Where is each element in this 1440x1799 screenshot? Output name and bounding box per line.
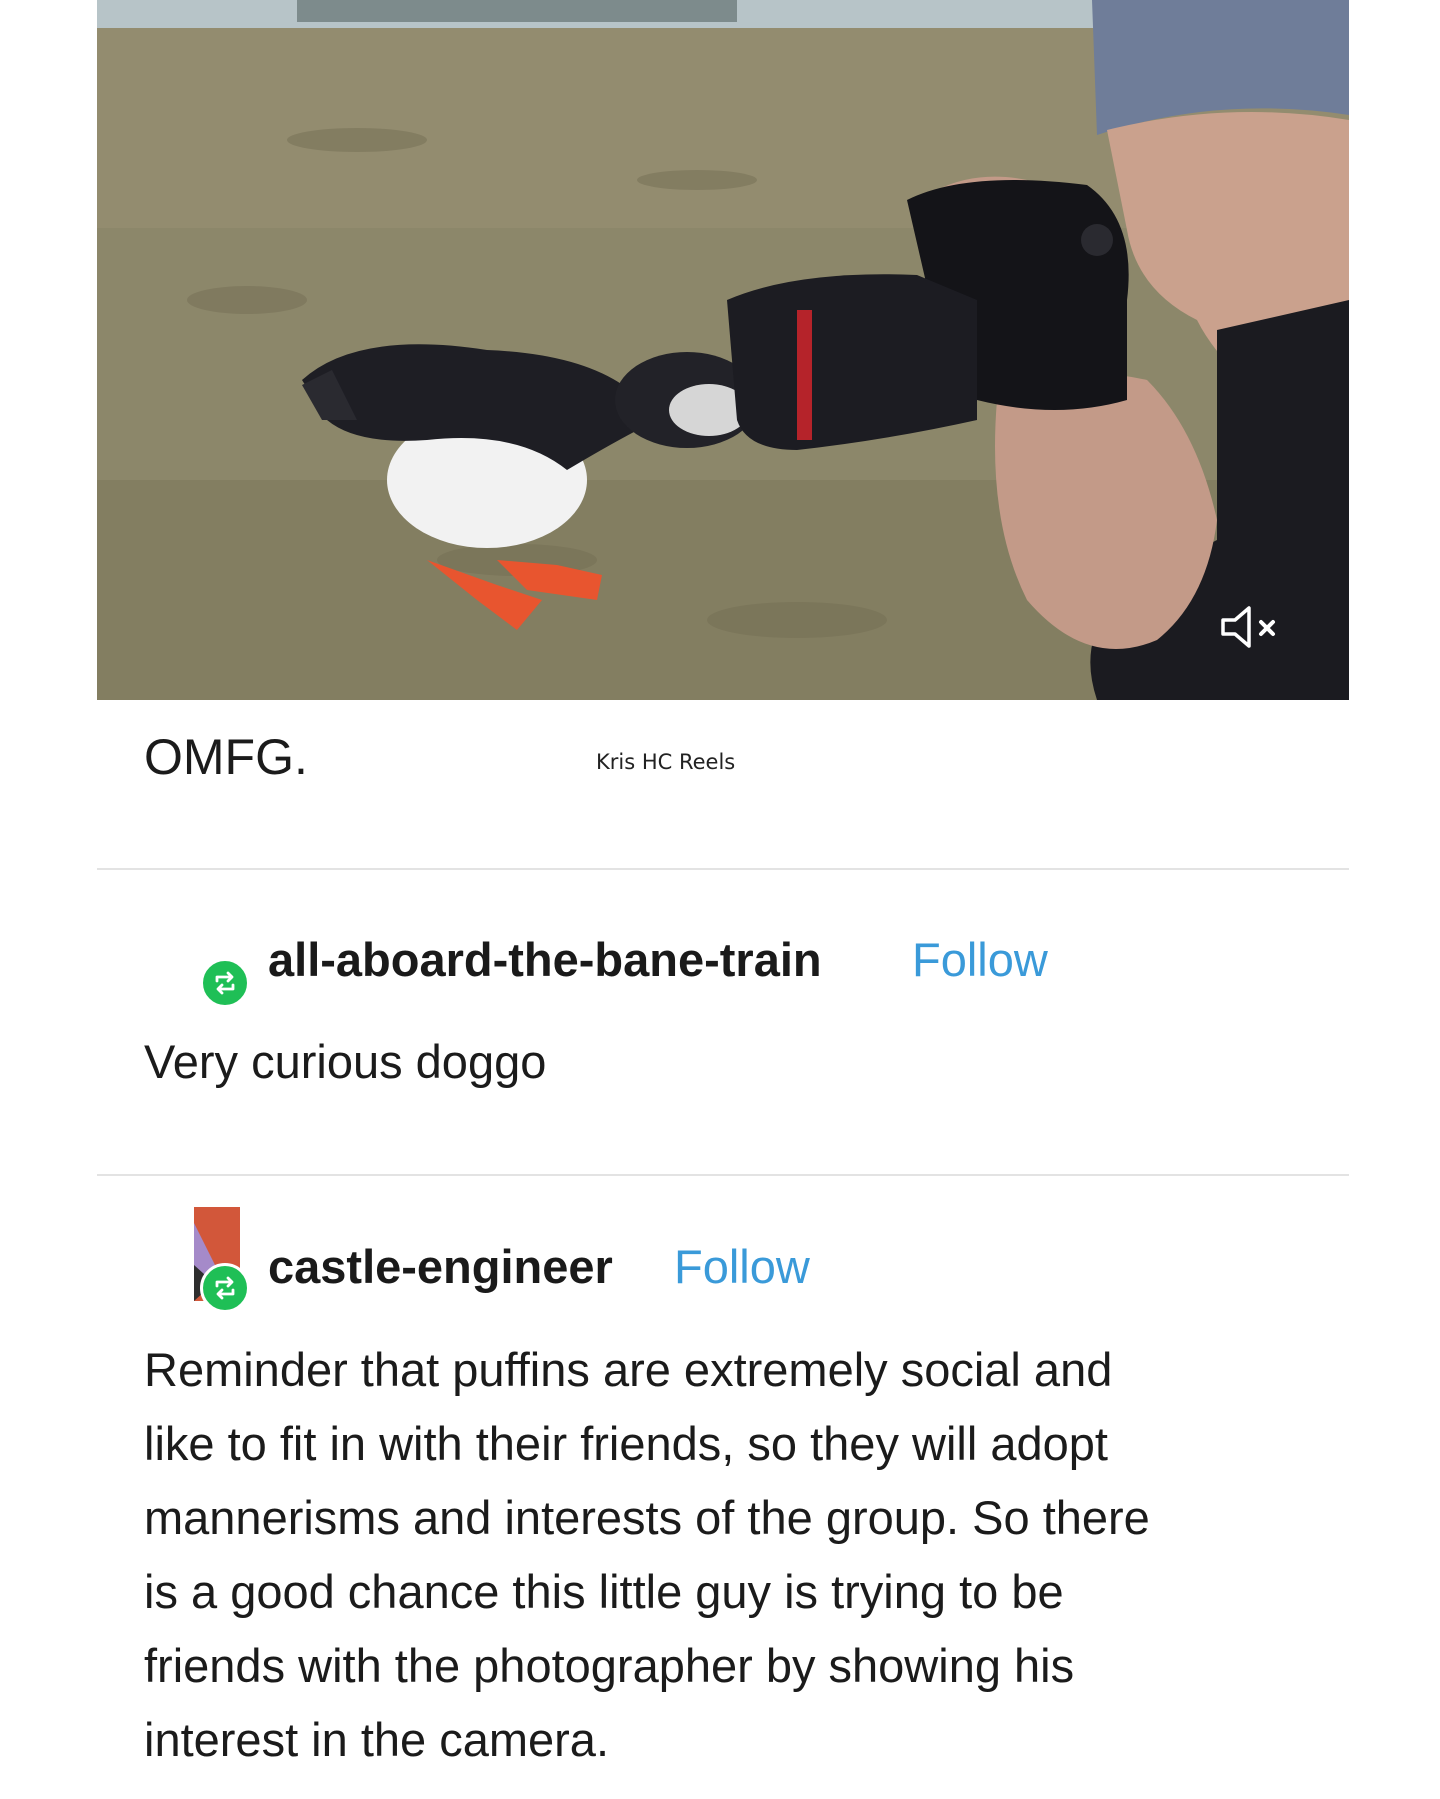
video-credit: Kris HC Reels	[596, 750, 736, 774]
reblog-text-line: like to fit in with their friends, so th…	[144, 1417, 1108, 1470]
speaker-muted-icon	[1221, 606, 1275, 648]
reblog-text-line: interest in the camera.	[144, 1713, 609, 1766]
reblog-text-line: Reminder that puffins are extremely soci…	[144, 1343, 1113, 1396]
reblog-badge	[200, 1263, 250, 1313]
reblog-icon	[215, 1276, 235, 1300]
reblog-username[interactable]: all-aboard-the-bane-train	[268, 932, 822, 987]
reblog-icon	[215, 971, 235, 995]
reblog-username[interactable]: castle-engineer	[268, 1239, 613, 1294]
reblog-text-line: Very curious doggo	[144, 1035, 547, 1088]
mute-toggle-button[interactable]	[1219, 602, 1289, 652]
reblog-text: Very curious doggo	[144, 1025, 546, 1099]
reblog-header: all-aboard-the-bane-train Follow	[144, 920, 1144, 1020]
post-caption: OMFG.	[144, 729, 308, 785]
reblog-text-line: is a good chance this little guy is tryi…	[144, 1565, 1064, 1618]
follow-button[interactable]: Follow	[674, 1239, 810, 1294]
reblog-badge	[200, 958, 250, 1008]
divider	[97, 1174, 1349, 1176]
reblog-text-line: friends with the photographer by showing…	[144, 1639, 1075, 1692]
post-video[interactable]	[97, 0, 1349, 700]
reblog-text: Reminder that puffins are extremely soci…	[144, 1333, 1150, 1777]
divider	[97, 868, 1349, 870]
reblog-text-line: mannerisms and interests of the group. S…	[144, 1491, 1150, 1544]
follow-button[interactable]: Follow	[912, 932, 1048, 987]
video-frame	[97, 0, 1349, 700]
reblog-header: castle-engineer Follow	[144, 1205, 1144, 1313]
